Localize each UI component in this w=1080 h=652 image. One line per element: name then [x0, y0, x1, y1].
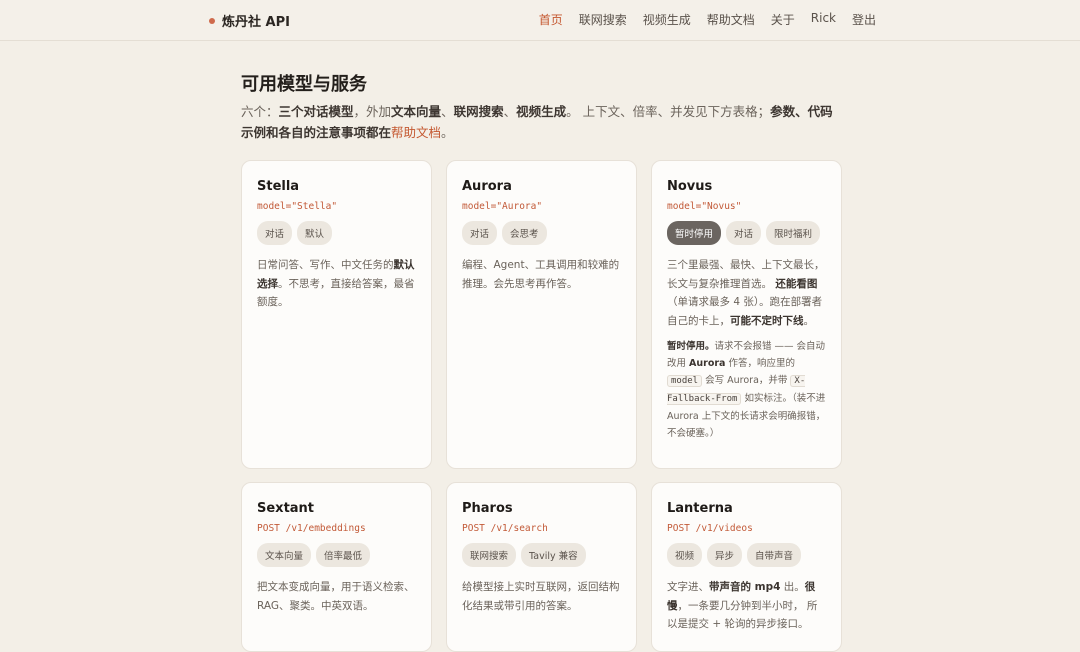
card-title: Lanterna [667, 501, 733, 516]
nav-user[interactable]: Rick [811, 11, 836, 28]
desc-text: 把文本变成向量，用于语义检索、RAG、聚类。中英双语。 [257, 581, 415, 612]
model-card-stella[interactable]: Stella model="Stella" 对话 默认 日常问答、写作、中文任务… [241, 160, 432, 469]
intro-text: 、 [441, 104, 454, 119]
desc-text: ，一条要几分钟到半小时， 所以是提交 + 轮询的异步接口。 [667, 599, 818, 631]
main-nav: 首页 联网搜索 视频生成 帮助文档 关于 Rick 登出 [539, 11, 876, 28]
card-endpoint: POST /v1/embeddings [257, 523, 366, 534]
nav-help-docs[interactable]: 帮助文档 [707, 11, 755, 28]
nav-logout[interactable]: 登出 [852, 11, 876, 28]
page-title: 可用模型与服务 [241, 74, 367, 95]
brand-dot-icon [209, 17, 215, 24]
desc-text: 编程、Agent、工具调用和较难的推理。会先思考再作答。 [462, 259, 620, 290]
desc-text: 日常问答、写作、中文任务的 [257, 259, 394, 271]
card-description: 日常问答、写作、中文任务的默认选择。不思考，直接给答案，最省额度。 [257, 256, 416, 312]
tag: 文本向量 [257, 543, 312, 567]
card-description: 三个里最强、最快、上下文最长，长文与复杂推理首选。 还能看图（单请求最多 4 张… [667, 256, 826, 330]
tag: 对话 [257, 221, 293, 245]
desc-text: 。不思考，直接给答案，最省额度。 [257, 277, 415, 309]
card-tags: 文本向量 倍率最低 [257, 543, 416, 567]
brand-name: 炼丹社 API [222, 15, 290, 30]
status-badge-paused: 暂时停用 [667, 221, 722, 245]
tag: 对话 [462, 221, 498, 245]
card-endpoint: POST /v1/search [462, 523, 548, 534]
tag: 限时福利 [766, 221, 821, 245]
intro-text: 、 [503, 104, 517, 119]
card-description: 文字进、带声音的 mp4 出。很慢，一条要几分钟到半小时， 所以是提交 + 轮询… [667, 578, 826, 634]
note-bold: Aurora [689, 358, 726, 369]
inline-code: model [667, 375, 703, 387]
tag: 异步 [707, 543, 743, 567]
service-card-sextant[interactable]: Sextant POST /v1/embeddings 文本向量 倍率最低 把文… [241, 482, 432, 652]
card-title: Pharos [462, 501, 513, 516]
tag: 会思考 [502, 221, 547, 245]
card-model-code: model="Aurora" [462, 201, 543, 212]
service-card-lanterna[interactable]: Lanterna POST /v1/videos 视频 异步 自带声音 文字进、… [651, 482, 842, 652]
desc-text: 文字进、 [667, 581, 709, 593]
desc-text: 给模型接上实时互联网，返回结构化结果或带引用的答案。 [462, 581, 620, 612]
card-endpoint: POST /v1/videos [667, 523, 753, 534]
card-description: 给模型接上实时互联网，返回结构化结果或带引用的答案。 [462, 578, 621, 615]
card-tags: 暂时停用 对话 限时福利 [667, 221, 826, 245]
nav-home[interactable]: 首页 [539, 11, 563, 28]
card-title: Sextant [257, 501, 315, 516]
intro-text: 六个： [241, 104, 279, 119]
card-model-code: model="Stella" [257, 201, 338, 212]
desc-bold: 带声音的 mp4 [709, 581, 781, 593]
card-description: 把文本变成向量，用于语义检索、RAG、聚类。中英双语。 [257, 578, 416, 615]
desc-text: 。 [803, 314, 815, 327]
nav-about[interactable]: 关于 [771, 11, 795, 28]
tag: 默认 [297, 221, 333, 245]
tag: Tavily 兼容 [521, 543, 586, 567]
card-title: Stella [257, 179, 300, 194]
intro-bold: 视频生成 [516, 104, 567, 119]
card-tags: 对话 默认 [257, 221, 416, 245]
card-description: 编程、Agent、工具调用和较难的推理。会先思考再作答。 [462, 256, 621, 293]
nav-web-search[interactable]: 联网搜索 [579, 11, 627, 28]
desc-bold: 还能看图 [775, 277, 818, 290]
card-tags: 视频 异步 自带声音 [667, 543, 826, 567]
card-tags: 联网搜索 Tavily 兼容 [462, 543, 621, 567]
intro-text: 。 [441, 125, 454, 140]
note-text: 会写 Aurora，并带 [702, 375, 791, 386]
intro-text: 。 上下文、倍率、并发见下方表格； [566, 104, 771, 119]
tag: 倍率最低 [316, 543, 371, 567]
card-title: Novus [667, 179, 713, 194]
note-text: 作答，响应里的 [725, 358, 795, 369]
nav-video-generation[interactable]: 视频生成 [643, 11, 691, 28]
tag: 联网搜索 [462, 543, 517, 567]
note-bold: 暂时停用。 [667, 341, 715, 352]
page-intro: 六个：三个对话模型，外加文本向量、联网搜索、视频生成。 上下文、倍率、并发见下方… [241, 101, 841, 143]
card-title: Aurora [462, 179, 512, 194]
tag: 视频 [667, 543, 703, 567]
help-docs-link[interactable]: 帮助文档 [391, 125, 441, 140]
card-note: 暂时停用。请求不会报错 —— 会自动改用 Aurora 作答，响应里的 mode… [667, 338, 826, 442]
intro-bold: 联网搜索 [453, 104, 504, 119]
top-navbar: 炼丹社 API 首页 联网搜索 视频生成 帮助文档 关于 Rick 登出 [0, 0, 1080, 41]
tag: 自带声音 [747, 543, 802, 567]
intro-text: ，外加 [353, 104, 392, 119]
brand[interactable]: 炼丹社 API [209, 11, 290, 30]
intro-bold: 三个对话模型 [278, 104, 354, 119]
desc-text: 出。 [780, 581, 805, 593]
desc-bold: 可能不定时下线 [730, 314, 804, 327]
model-card-novus[interactable]: Novus model="Novus" 暂时停用 对话 限时福利 三个里最强、最… [651, 160, 842, 469]
model-card-aurora[interactable]: Aurora model="Aurora" 对话 会思考 编程、Agent、工具… [446, 160, 637, 469]
service-card-pharos[interactable]: Pharos POST /v1/search 联网搜索 Tavily 兼容 给模… [446, 482, 637, 652]
tag: 对话 [726, 221, 762, 245]
card-tags: 对话 会思考 [462, 221, 621, 245]
card-model-code: model="Novus" [667, 201, 742, 212]
intro-bold: 文本向量 [391, 104, 442, 119]
